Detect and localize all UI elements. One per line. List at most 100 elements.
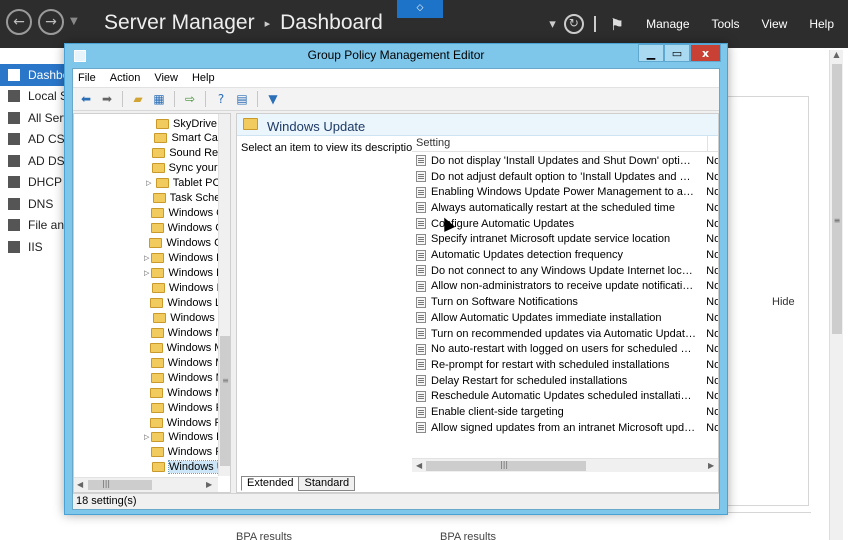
sidebar-item-local-server[interactable]: Local Server	[0, 86, 70, 108]
menu-help[interactable]: Help	[192, 69, 215, 87]
sidebar-item-dashboard[interactable]: Dashboard	[0, 64, 70, 86]
scroll-right-icon[interactable]: ▶	[708, 461, 714, 470]
expand-arrow-icon[interactable]: ▷	[144, 433, 149, 441]
main-scrollbar[interactable]: ▲ ≡	[829, 50, 843, 540]
tree-item[interactable]: Windows Media Player	[74, 355, 219, 370]
sidebar-item-all-servers[interactable]: All Servers	[0, 107, 70, 129]
tree-item[interactable]: Sound Recorder	[74, 146, 219, 161]
scroll-left-icon[interactable]: ◀	[416, 461, 422, 470]
setting-row[interactable]: Allow Automatic Updates immediate instal…	[412, 310, 718, 326]
sidebar-item-ad-ds[interactable]: AD DS	[0, 150, 70, 172]
scroll-right-icon[interactable]: ▶	[206, 480, 212, 489]
tree-item[interactable]: Windows Media Center	[74, 325, 219, 340]
scroll-thumb[interactable]	[220, 336, 230, 466]
scroll-thumb[interactable]	[88, 480, 152, 490]
tree-horizontal-scrollbar[interactable]: ◀ ||| ▶	[74, 477, 218, 492]
setting-row[interactable]: Turn on recommended updates via Automati…	[412, 326, 718, 342]
setting-row[interactable]: Do not connect to any Windows Update Int…	[412, 263, 718, 279]
export-list-icon[interactable]: ⇨	[181, 90, 199, 108]
setting-row[interactable]: Specify intranet Microsoft update servic…	[412, 232, 718, 248]
menu-action[interactable]: Action	[110, 69, 141, 87]
tab-standard[interactable]: Standard	[298, 476, 356, 491]
scroll-left-icon[interactable]: ◀	[77, 480, 83, 489]
setting-row[interactable]: Automatic Updates detection frequency Not…	[412, 247, 718, 263]
tree-item[interactable]: ▷ Windows Defender	[74, 251, 219, 266]
setting-row[interactable]: Allow non-administrators to receive upda…	[412, 279, 718, 295]
tree-item[interactable]: Task Scheduler	[74, 191, 219, 206]
tree-item[interactable]: Smart Card	[74, 131, 219, 146]
menu-manage[interactable]: Manage	[646, 17, 689, 31]
tree-item[interactable]: Windows PowerShell	[74, 400, 219, 415]
notification-tab[interactable]: ◇	[397, 0, 443, 18]
tree-item[interactable]: Windows Installer	[74, 280, 219, 295]
tree-item[interactable]: Windows Mail	[74, 310, 219, 325]
setting-row[interactable]: Delay Restart for scheduled installation…	[412, 373, 718, 389]
sidebar-item-ad-cs[interactable]: AD CS	[0, 129, 70, 151]
maximize-button[interactable]: ▭	[664, 44, 690, 62]
tree-item[interactable]: Windows Messenger	[74, 370, 219, 385]
setting-row[interactable]: Re-prompt for restart with scheduled ins…	[412, 357, 718, 373]
tree-item[interactable]: ▷ Tablet PC	[74, 176, 219, 191]
window-titlebar[interactable]: Group Policy Management Editor ▁ ▭ x	[65, 44, 727, 68]
close-button[interactable]: x	[690, 44, 721, 62]
setting-row[interactable]: Turn on Software Notifications Not config…	[412, 294, 718, 310]
minimize-button[interactable]: ▁	[638, 44, 664, 62]
setting-row[interactable]: Configure Automatic Updates Not configure…	[412, 216, 718, 232]
tree-item[interactable]: ▷ Windows Remote Management	[74, 430, 219, 445]
refresh-icon[interactable]: ↻	[563, 14, 584, 34]
menu-file[interactable]: File	[78, 69, 96, 87]
tree-item[interactable]: Windows Media Digital Rights	[74, 340, 219, 355]
menu-view[interactable]: View	[154, 69, 178, 87]
scroll-thumb[interactable]	[832, 64, 842, 334]
dropdown-arrow-icon[interactable]: ▾	[549, 17, 556, 32]
tree-vertical-scrollbar[interactable]: ≡	[218, 114, 230, 476]
expand-arrow-icon[interactable]: ▷	[144, 269, 149, 277]
back-button[interactable]: ←	[6, 9, 32, 35]
expand-arrow-icon[interactable]: ▷	[144, 179, 154, 187]
forward-arrow-icon[interactable]: ➡	[98, 90, 116, 108]
setting-row[interactable]: Always automatically restart at the sche…	[412, 200, 718, 216]
setting-row[interactable]: Enabling Windows Update Power Management…	[412, 184, 718, 200]
setting-row[interactable]: Do not display 'Install Updates and Shut…	[412, 153, 718, 169]
menu-tools[interactable]: Tools	[712, 17, 740, 31]
sidebar-item-file-storage[interactable]: File and Storage Services	[0, 215, 70, 237]
column-divider[interactable]	[707, 136, 708, 152]
menu-view[interactable]: View	[762, 17, 788, 31]
setting-row[interactable]: No auto-restart with logged on users for…	[412, 341, 718, 357]
tree-item[interactable]: ▷ Windows Error Reporting	[74, 266, 219, 281]
help-icon[interactable]: ?	[212, 90, 230, 108]
hide-link[interactable]: Hide	[772, 296, 795, 308]
tree-item[interactable]: Windows Calendar	[74, 206, 219, 221]
setting-row[interactable]: Enable client-side targeting Not configur…	[412, 404, 718, 420]
back-arrow-icon[interactable]: ⬅	[77, 90, 95, 108]
bpa-results-link[interactable]: BPA results	[440, 531, 496, 540]
setting-row[interactable]: Allow signed updates from an intranet Mi…	[412, 420, 718, 436]
tree-item[interactable]: Windows Remote Shell	[74, 445, 219, 460]
sidebar-item-iis[interactable]: IIS	[0, 236, 70, 258]
tree-item[interactable]: Windows Reliability Analysis	[74, 415, 219, 430]
tree-item[interactable]: Windows Update	[74, 460, 219, 475]
forward-button[interactable]: →	[38, 9, 64, 35]
tab-extended[interactable]: Extended	[241, 476, 300, 491]
bpa-results-link[interactable]: BPA results	[236, 531, 292, 540]
notifications-flag-icon[interactable]: ⚑	[610, 15, 624, 34]
setting-row[interactable]: Reschedule Automatic Updates scheduled i…	[412, 389, 718, 405]
scroll-up-icon[interactable]: ▲	[830, 50, 843, 64]
tree-item[interactable]: Windows Logon Options	[74, 295, 219, 310]
sidebar-item-dns[interactable]: DNS	[0, 193, 70, 215]
tree-item[interactable]: Sync your settings	[74, 161, 219, 176]
filter-icon[interactable]: ▼	[264, 90, 282, 108]
nav-history-dropdown-icon[interactable]: ▼	[70, 9, 78, 35]
menu-help[interactable]: Help	[809, 17, 834, 31]
properties-icon[interactable]: ▤	[233, 90, 251, 108]
expand-arrow-icon[interactable]: ▷	[144, 254, 149, 262]
show-hide-tree-icon[interactable]: ▦	[150, 90, 168, 108]
tree-item[interactable]: SkyDrive	[74, 116, 219, 131]
tree-item[interactable]: Windows Mobility Center	[74, 385, 219, 400]
tree-item[interactable]: Windows Color System	[74, 221, 219, 236]
column-header-setting[interactable]: Setting	[416, 137, 450, 149]
up-folder-icon[interactable]: ▰	[129, 90, 147, 108]
sidebar-item-dhcp[interactable]: DHCP	[0, 172, 70, 194]
setting-row[interactable]: Do not adjust default option to 'Install…	[412, 169, 718, 185]
list-horizontal-scrollbar[interactable]: ◀ ||| ▶	[412, 458, 718, 472]
